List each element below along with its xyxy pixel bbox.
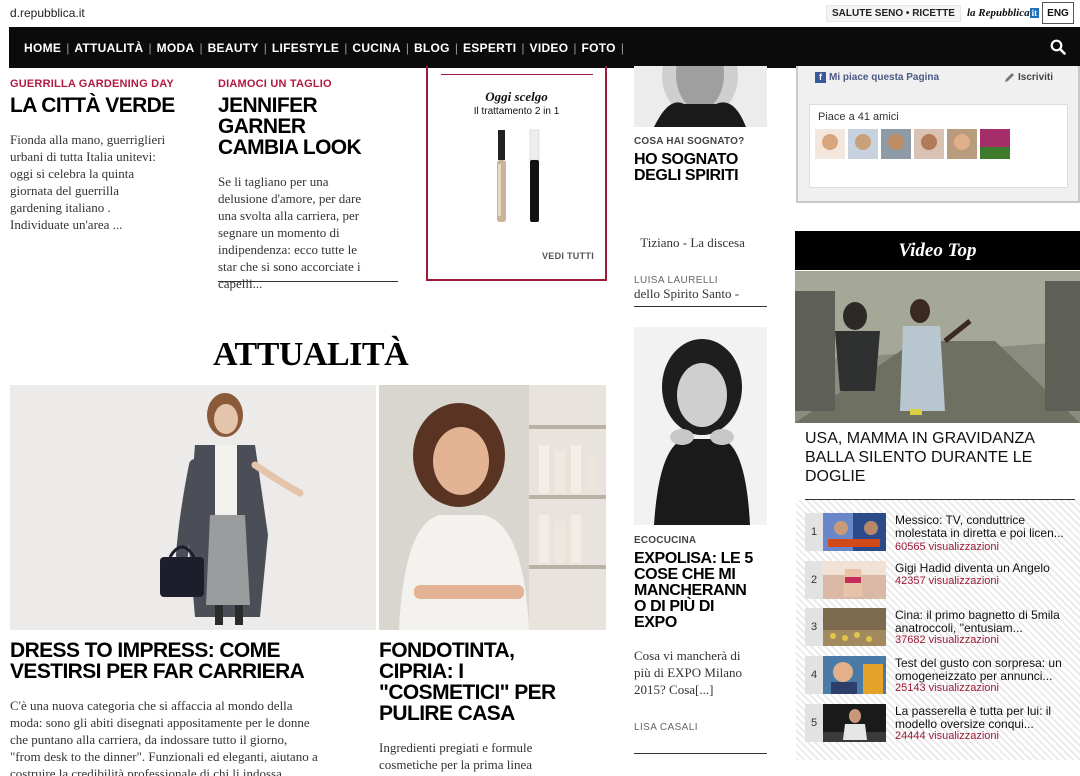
top-bar: d.repubblica.it SALUTE SENO • RICETTE la…	[0, 0, 1080, 27]
nav-item-foto[interactable]: FOTO	[577, 41, 621, 55]
video-list-item[interactable]: 4 Test del gusto con sorpresa: un omogene…	[805, 656, 1080, 694]
promo-box[interactable]: Oggi scelgo Il trattamento 2 in 1 VEDI T…	[426, 66, 607, 281]
article-image[interactable]	[10, 385, 376, 630]
article-title[interactable]: FONDOTINTA, CIPRIA: I "COSMETICI" PER PU…	[379, 640, 556, 724]
video-views: 25143 visualizzazioni	[895, 682, 999, 694]
nav-item-lifestyle[interactable]: LIFESTYLE	[267, 41, 344, 55]
video-thumbnail[interactable]	[823, 561, 886, 599]
nav-item-attualita[interactable]: ATTUALITÀ	[69, 41, 148, 55]
video-title[interactable]: La passerella è tutta per lui: il modello…	[895, 705, 1077, 731]
top-link-group: SALUTE SENO • RICETTE	[826, 4, 961, 22]
top-link-ricette[interactable]: RICETTE	[912, 8, 955, 19]
article-title[interactable]: JENNIFER GARNER CAMBIA LOOK	[218, 95, 362, 158]
article-title[interactable]: LA CITTÀ VERDE	[10, 95, 175, 116]
facebook-subscribe-button[interactable]: Iscriviti	[1004, 69, 1053, 85]
facebook-like-button[interactable]: f Mi piace questa Pagina	[815, 69, 939, 85]
nav-item-blog[interactable]: BLOG	[409, 41, 455, 55]
video-main-thumbnail[interactable]	[795, 271, 1080, 423]
video-thumbnail[interactable]	[823, 656, 886, 694]
article-image[interactable]	[379, 385, 606, 630]
video-title[interactable]: Gigi Hadid diventa un Angelo	[895, 562, 1077, 575]
video-title[interactable]: Test del gusto con sorpresa: un omogeneiz…	[895, 657, 1077, 683]
video-thumbnail[interactable]	[823, 608, 886, 646]
article-image[interactable]	[634, 66, 767, 127]
article-kicker[interactable]: COSA HAI SOGNATO?	[634, 136, 744, 147]
article-title[interactable]: EXPOLISA: LE 5 COSE CHE MI MANCHERANN O …	[634, 551, 753, 631]
divider	[634, 306, 767, 307]
video-rank: 4	[805, 656, 823, 694]
video-list-item[interactable]: 3 Cina: il primo bagnetto di 5mila anatro…	[805, 608, 1080, 646]
top-link-separator: •	[905, 7, 910, 19]
article-kicker[interactable]: GUERRILLA GARDENING DAY	[10, 78, 174, 90]
video-thumbnail[interactable]	[823, 704, 886, 742]
facebook-friends-box: Piace a 41 amici	[809, 104, 1068, 188]
promo-subtitle: Il trattamento 2 in 1	[473, 106, 560, 117]
article-title[interactable]: DRESS TO IMPRESS: COME VESTIRSI PER FAR …	[10, 640, 305, 682]
article-author[interactable]: LISA CASALI	[634, 722, 698, 733]
video-views: 37682 visualizzazioni	[895, 634, 999, 646]
site-name[interactable]: d.repubblica.it	[10, 6, 85, 20]
divider	[805, 499, 1075, 500]
video-views: 24444 visualizzazioni	[895, 730, 999, 742]
top-link-salute-seno[interactable]: SALUTE SENO	[832, 8, 903, 19]
video-main-title[interactable]: USA, MAMMA IN GRAVIDANZA BALLA SILENTO D…	[805, 429, 1070, 486]
article-author[interactable]: LUISA LAURELLI	[634, 275, 718, 286]
friend-avatars[interactable]	[815, 129, 1015, 161]
search-icon[interactable]	[1050, 39, 1066, 55]
divider	[634, 753, 767, 754]
facebook-friends-count: Piace a 41 amici	[818, 111, 899, 123]
video-rank: 1	[805, 513, 823, 551]
video-list-item[interactable]: 5 La passerella è tutta per lui: il model…	[805, 704, 1080, 742]
video-rank: 5	[805, 704, 823, 742]
nav-item-beauty[interactable]: BEAUTY	[203, 41, 264, 55]
facebook-icon: f	[815, 71, 826, 83]
promo-see-all-link[interactable]: VEDI TUTTI	[542, 251, 594, 261]
promo-product-image	[497, 129, 540, 222]
repubblica-logo[interactable]: la Repubblica it	[967, 7, 1040, 19]
video-top-title: Video Top	[898, 239, 977, 261]
video-list-item[interactable]: 2 Gigi Hadid diventa un Angelo 42357 vis…	[805, 561, 1080, 599]
video-views: 42357 visualizzazioni	[895, 575, 999, 587]
facebook-widget: f Mi piace questa Pagina Iscriviti Piace…	[796, 66, 1080, 203]
nav-item-home[interactable]: HOME	[19, 41, 66, 55]
nav-separator: |	[620, 40, 624, 55]
language-button[interactable]: ENG	[1042, 2, 1074, 24]
article-title[interactable]: HO SOGNATO DEGLI SPIRITI	[634, 152, 739, 184]
article-image[interactable]	[634, 327, 767, 525]
video-title[interactable]: Cina: il primo bagnetto di 5mila anatrocc…	[895, 609, 1077, 635]
article-excerpt: Fionda alla mano, guerriglieri urbani di…	[10, 132, 166, 232]
article-kicker[interactable]: DIAMOCI UN TAGLIO	[218, 78, 332, 90]
nav-item-cucina[interactable]: CUCINA	[347, 41, 405, 55]
video-rank: 3	[805, 608, 823, 646]
top-links: SALUTE SENO • RICETTE la Repubblica it	[826, 3, 1040, 23]
video-thumbnail[interactable]	[823, 513, 886, 551]
nav-item-esperti[interactable]: ESPERTI	[458, 41, 521, 55]
divider	[218, 281, 398, 282]
pencil-icon	[1005, 72, 1014, 82]
nav-item-moda[interactable]: MODA	[152, 41, 200, 55]
section-title[interactable]: ATTUALITÀ	[213, 336, 409, 374]
promo-title: Oggi scelgo	[485, 89, 548, 104]
video-title[interactable]: Messico: TV, conduttrice molestata in dir…	[895, 514, 1077, 540]
main-nav: HOME | ATTUALITÀ | MODA | BEAUTY | LIFES…	[9, 27, 1080, 68]
video-views: 60565 visualizzazioni	[895, 541, 999, 553]
video-list-item[interactable]: 1 Messico: TV, conduttrice molestata in d…	[805, 513, 1080, 553]
promo-divider	[441, 74, 593, 75]
nav-item-video[interactable]: VIDEO	[525, 41, 574, 55]
video-top-header: Video Top	[795, 231, 1080, 270]
article-excerpt: Se li tagliano per una delusione d'amore…	[218, 174, 362, 291]
article-excerpt: Cosa vi mancherà di più di EXPO Milano 2…	[634, 648, 742, 697]
article-excerpt: C'è una nuova categoria che si affaccia …	[10, 698, 318, 776]
article-excerpt: Ingredienti pregiati e formule cosmetich…	[379, 740, 533, 772]
article-kicker[interactable]: ECOCUCINA	[634, 535, 696, 546]
video-rank: 2	[805, 561, 823, 599]
